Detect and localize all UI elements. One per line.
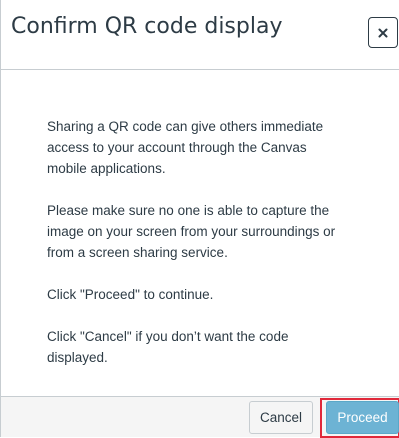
dialog-footer: Cancel Proceed xyxy=(1,396,399,438)
dialog-title: Confirm QR code display xyxy=(11,14,283,39)
proceed-hint-paragraph: Click "Proceed" to continue. xyxy=(47,287,214,302)
close-icon xyxy=(378,28,388,37)
dialog-body: Sharing a QR code can give others immedi… xyxy=(1,70,399,396)
confirm-qr-dialog: Confirm QR code display Sharing a QR cod… xyxy=(0,0,399,438)
cancel-button[interactable]: Cancel xyxy=(249,401,313,434)
dialog-header: Confirm QR code display xyxy=(1,0,399,70)
warning-paragraph: Please make sure no one is able to captu… xyxy=(47,203,336,260)
intro-paragraph: Sharing a QR code can give others immedi… xyxy=(47,119,324,176)
proceed-button[interactable]: Proceed xyxy=(326,401,399,434)
close-button[interactable] xyxy=(368,17,398,48)
cancel-hint-paragraph: Click "Cancel" if you don’t want the cod… xyxy=(47,329,289,365)
